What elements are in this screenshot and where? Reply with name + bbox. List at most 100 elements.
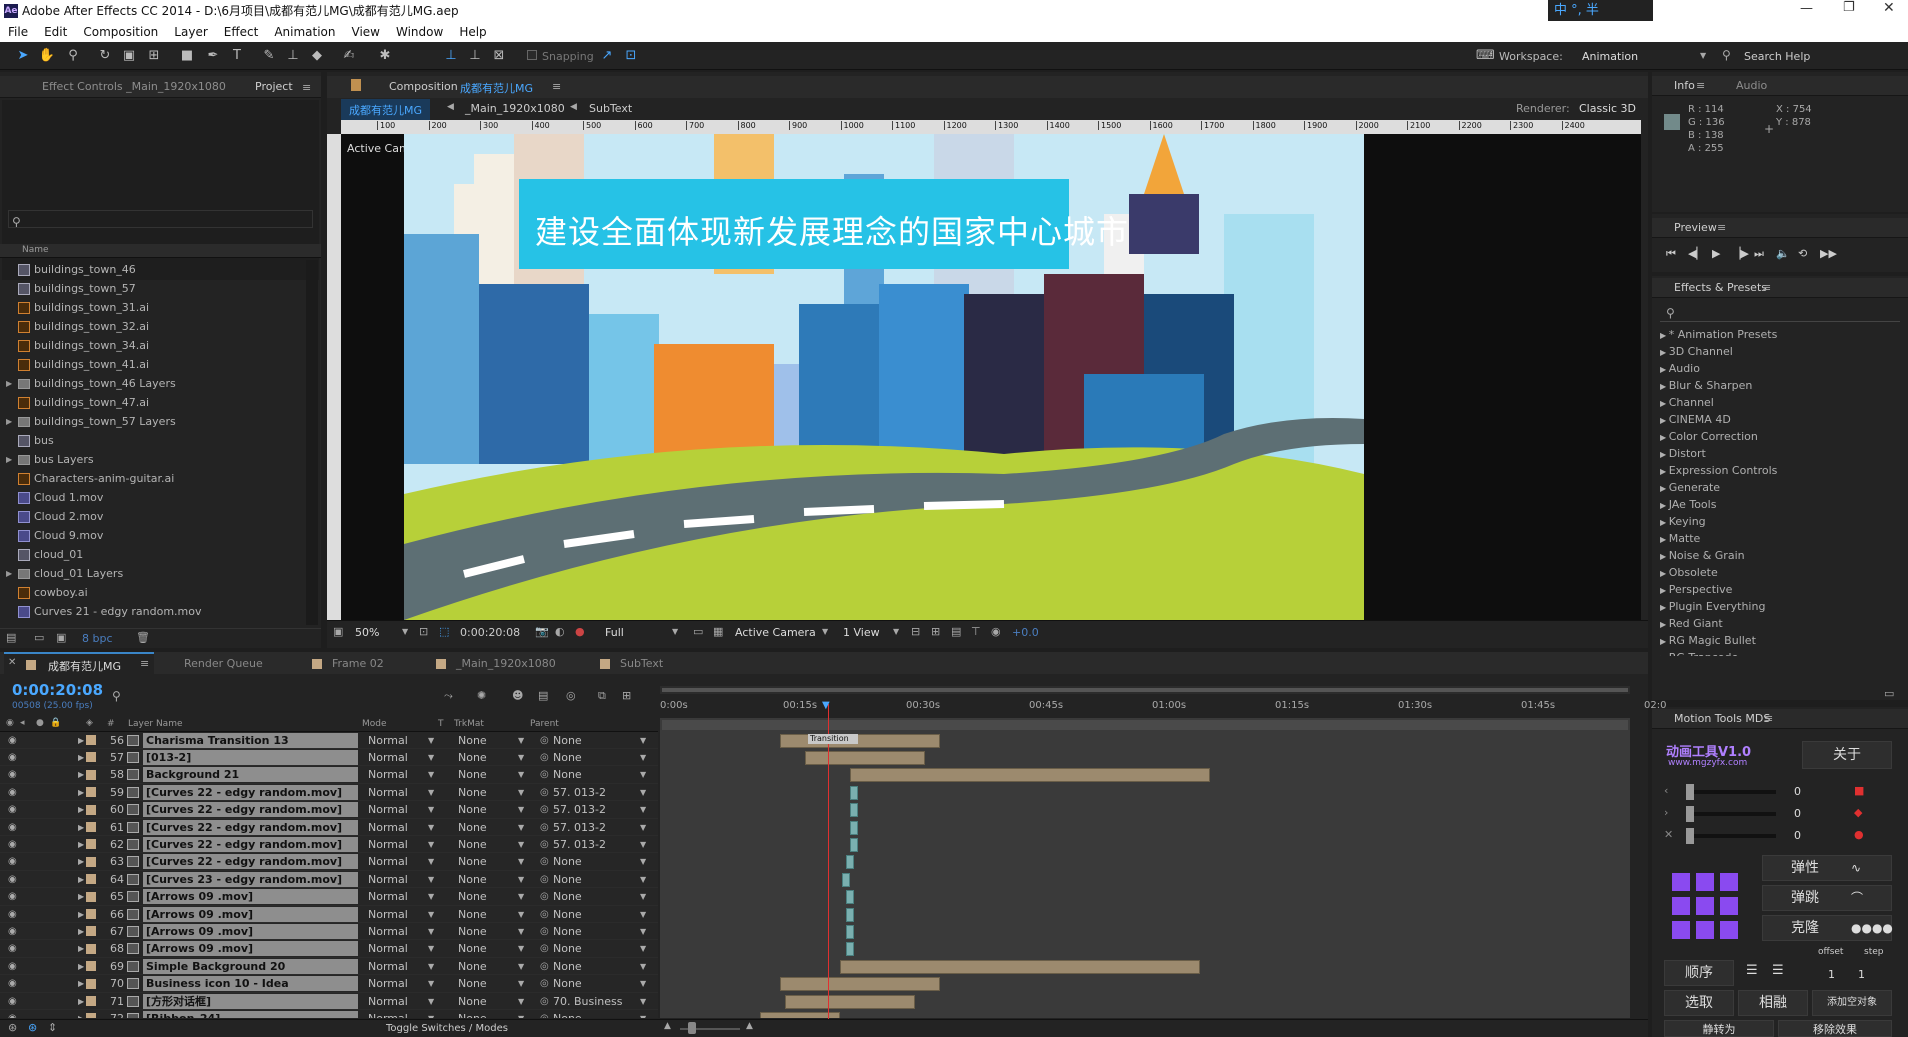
color-channel-icon[interactable]: ● <box>575 625 585 638</box>
name-column-header[interactable]: Name <box>0 244 321 258</box>
camera-tool-icon[interactable]: ▣ <box>120 47 138 65</box>
audio-icon[interactable]: 🔈 <box>1776 247 1790 260</box>
project-scrollbar[interactable] <box>306 260 318 625</box>
slider-row-1[interactable]: ‹ 0 ■ <box>1664 783 1894 801</box>
effects-category[interactable]: ▶ Red Giant <box>1652 615 1908 632</box>
panel-menu-icon[interactable]: ≡ <box>1764 712 1773 725</box>
slider-value[interactable]: 0 <box>1794 829 1801 842</box>
label-color-swatch[interactable] <box>86 978 96 989</box>
visibility-eye-icon[interactable]: ◉ <box>8 856 17 867</box>
pick-whip-icon[interactable]: ◎ <box>540 839 549 850</box>
pick-whip-icon[interactable]: ◎ <box>540 909 549 920</box>
bounce-button[interactable]: 弹跳 ⌒ <box>1762 885 1892 911</box>
chevron-down-icon[interactable]: ▼ <box>640 910 646 919</box>
label-color-swatch[interactable] <box>86 943 96 954</box>
timeline-icon[interactable]: ▤ <box>951 625 961 638</box>
blend-mode-select[interactable]: Normal <box>368 873 408 886</box>
chevron-down-icon[interactable]: ▼ <box>893 627 899 636</box>
parent-select[interactable]: None <box>553 977 582 990</box>
exposure-value[interactable]: +0.0 <box>1012 626 1039 639</box>
project-item[interactable]: Cloud 1.mov <box>0 488 305 507</box>
close-icon[interactable]: ✕ <box>1883 0 1895 16</box>
label-color-swatch[interactable] <box>86 1013 96 1018</box>
chevron-down-icon[interactable]: ▼ <box>640 944 646 953</box>
chevron-down-icon[interactable]: ▼ <box>428 979 434 988</box>
chevron-down-icon[interactable]: ▼ <box>428 910 434 919</box>
effects-category[interactable]: ▶ Distort <box>1652 445 1908 462</box>
track-matte-select[interactable]: None <box>458 821 487 834</box>
parent-select[interactable]: None <box>553 1012 582 1018</box>
comp-lock-icon[interactable] <box>351 79 361 91</box>
layer-row[interactable]: ◉ ▶ 66 [Arrows 09 .mov] Normal ▼ None ▼ ◎ None ▼ <box>0 906 658 923</box>
project-item[interactable]: buildings_town_47.ai <box>0 393 305 412</box>
track-matte-select[interactable]: None <box>458 977 487 990</box>
tab-audio[interactable]: Audio <box>1726 79 1777 92</box>
visibility-eye-icon[interactable]: ◉ <box>8 822 17 833</box>
expand-arrow-icon[interactable]: ▶ <box>78 736 84 745</box>
project-search-input[interactable] <box>8 210 313 228</box>
region-icon[interactable]: ▣ <box>333 625 343 638</box>
brush-tool-icon[interactable]: ✎ <box>260 47 278 65</box>
time-navigator[interactable] <box>660 686 1630 694</box>
expand-arrow-icon[interactable]: ▶ <box>1660 620 1669 629</box>
layer-name[interactable]: [Curves 22 - edgy random.mov] <box>143 784 358 800</box>
pick-whip-icon[interactable]: ◎ <box>540 996 549 1007</box>
slider-track[interactable] <box>1686 790 1776 794</box>
trash-icon[interactable]: 🗑 <box>136 631 150 644</box>
rectangle-tool-icon[interactable]: ■ <box>178 47 196 65</box>
slider-row-2[interactable]: › 0 ◆ <box>1664 805 1894 823</box>
chevron-down-icon[interactable]: ▼ <box>428 892 434 901</box>
expand-arrow-icon[interactable]: ▶ <box>78 753 84 762</box>
parent-select[interactable]: None <box>553 855 582 868</box>
viewer-area[interactable]: Active Camera 建设全面体现新发展理念的国家中心城市 <box>341 134 1641 620</box>
playhead-icon[interactable]: ▼ <box>822 700 830 711</box>
marker-flag[interactable]: Transition <box>808 734 858 744</box>
panel-menu-icon[interactable]: ≡ <box>302 81 311 94</box>
expand-arrow-icon[interactable]: ▶ <box>78 840 84 849</box>
chevron-down-icon[interactable]: ▼ <box>640 997 646 1006</box>
layer-name[interactable]: [Arrows 09 .mov] <box>143 941 358 957</box>
project-item[interactable]: buildings_town_57 <box>0 279 305 298</box>
layer-name[interactable]: [方形对话框] <box>143 993 358 1009</box>
select-button[interactable]: 选取 <box>1664 990 1734 1016</box>
pick-whip-icon[interactable]: ◎ <box>540 787 549 798</box>
snapshot-icon[interactable]: 📷 <box>535 625 549 638</box>
expand-arrow-icon[interactable]: ▶ <box>78 875 84 884</box>
layer-search-input[interactable] <box>126 686 426 704</box>
rotate-tool-icon[interactable]: ↻ <box>96 47 114 65</box>
label-color-swatch[interactable] <box>86 804 96 815</box>
visibility-eye-icon[interactable]: ◉ <box>8 996 17 1007</box>
order-stair-icon-2[interactable]: ☰ <box>1772 963 1784 978</box>
layer-name[interactable]: [Arrows 09 .mov] <box>143 923 358 939</box>
chevron-down-icon[interactable]: ▼ <box>428 840 434 849</box>
chevron-down-icon[interactable]: ▼ <box>428 823 434 832</box>
blend-mode-select[interactable]: Normal <box>368 821 408 834</box>
chevron-down-icon[interactable]: ▼ <box>640 805 646 814</box>
zoom-in-icon[interactable]: ▲ <box>746 1021 753 1031</box>
layer-duration-bar[interactable] <box>850 837 858 852</box>
expand-arrow-icon[interactable]: ▶ <box>78 927 84 936</box>
draft-3d-icon[interactable]: ✺ <box>477 689 486 702</box>
slider-track[interactable] <box>1686 834 1776 838</box>
slider-thumb[interactable] <box>1686 784 1694 800</box>
elastic-button[interactable]: 弹性 ∿ <box>1762 855 1892 881</box>
workspace-icon[interactable]: ⌨ <box>1476 47 1495 65</box>
comp-mini-flowchart-icon[interactable]: ⤳ <box>444 689 453 703</box>
offset-value[interactable]: 1 <box>1828 968 1835 981</box>
layer-duration-bar[interactable] <box>846 907 854 922</box>
puppet-tool-icon[interactable]: ✱ <box>376 47 394 65</box>
in-out-icon[interactable]: ⇕ <box>48 1021 57 1034</box>
bpc-label[interactable]: 8 bpc <box>82 632 113 645</box>
new-comp-icon[interactable]: ▣ <box>56 631 66 644</box>
expand-arrow-icon[interactable]: ▶ <box>1660 484 1669 493</box>
new-folder-icon[interactable]: ▭ <box>34 631 44 644</box>
pick-whip-icon[interactable]: ◎ <box>540 1013 549 1018</box>
close-icon[interactable]: ✕ <box>8 657 16 668</box>
layer-row[interactable]: ◉ ▶ 71 [方形对话框] Normal ▼ None ▼ ◎ 70. Business ▼ <box>0 993 658 1010</box>
pick-whip-icon[interactable]: ◎ <box>540 874 549 885</box>
layer-name[interactable]: [Curves 23 - edgy random.mov] <box>143 871 358 887</box>
blend-mode-select[interactable]: Normal <box>368 960 408 973</box>
track-matte-select[interactable]: None <box>458 768 487 781</box>
blend-button[interactable]: 相融 <box>1738 990 1808 1016</box>
circle-marker-icon[interactable]: ● <box>1854 828 1864 841</box>
